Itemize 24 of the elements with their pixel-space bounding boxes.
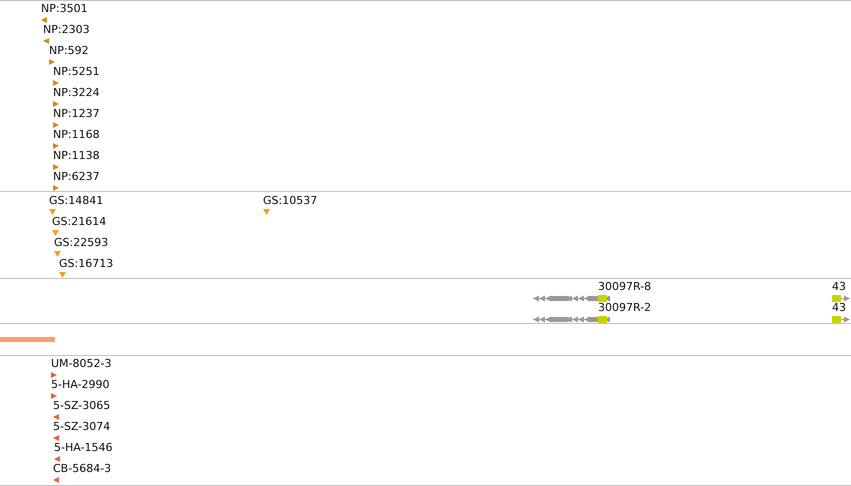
feature-label: GS:22593 bbox=[54, 236, 108, 249]
feature-label: NP:1168 bbox=[53, 128, 100, 141]
feature-label: 5-HA-2990 bbox=[51, 378, 110, 391]
feature-label: 5-SZ-3074 bbox=[53, 420, 110, 433]
gene-label: 43 bbox=[832, 301, 846, 314]
feature-label: NP:3224 bbox=[53, 86, 100, 99]
feature-label: NP:3501 bbox=[41, 2, 88, 15]
feature-label: 5-HA-1546 bbox=[54, 441, 112, 454]
feature-label: UM-8052-3 bbox=[51, 357, 112, 370]
feature-label: NP:1138 bbox=[53, 149, 100, 162]
feature-label: NP:6237 bbox=[53, 170, 100, 183]
gene-label: 30097R-8 bbox=[598, 280, 652, 293]
feature-label: NP:592 bbox=[49, 44, 89, 57]
feature-label: GS:16713 bbox=[59, 257, 114, 270]
feature-label: NP:1237 bbox=[53, 107, 100, 120]
feature-label: GS:14841 bbox=[49, 194, 104, 207]
feature-label: 5-SZ-3065 bbox=[53, 399, 110, 412]
gene-label: 43 bbox=[832, 280, 846, 293]
feature-label: NP:2303 bbox=[43, 23, 90, 36]
feature-label: GS:10537 bbox=[263, 194, 318, 207]
feature-label: GS:21614 bbox=[52, 215, 106, 228]
gene-label: 30097R-2 bbox=[598, 301, 652, 314]
feature-label: CB-5684-3 bbox=[53, 462, 112, 475]
feature-label: NP:5251 bbox=[53, 65, 100, 78]
